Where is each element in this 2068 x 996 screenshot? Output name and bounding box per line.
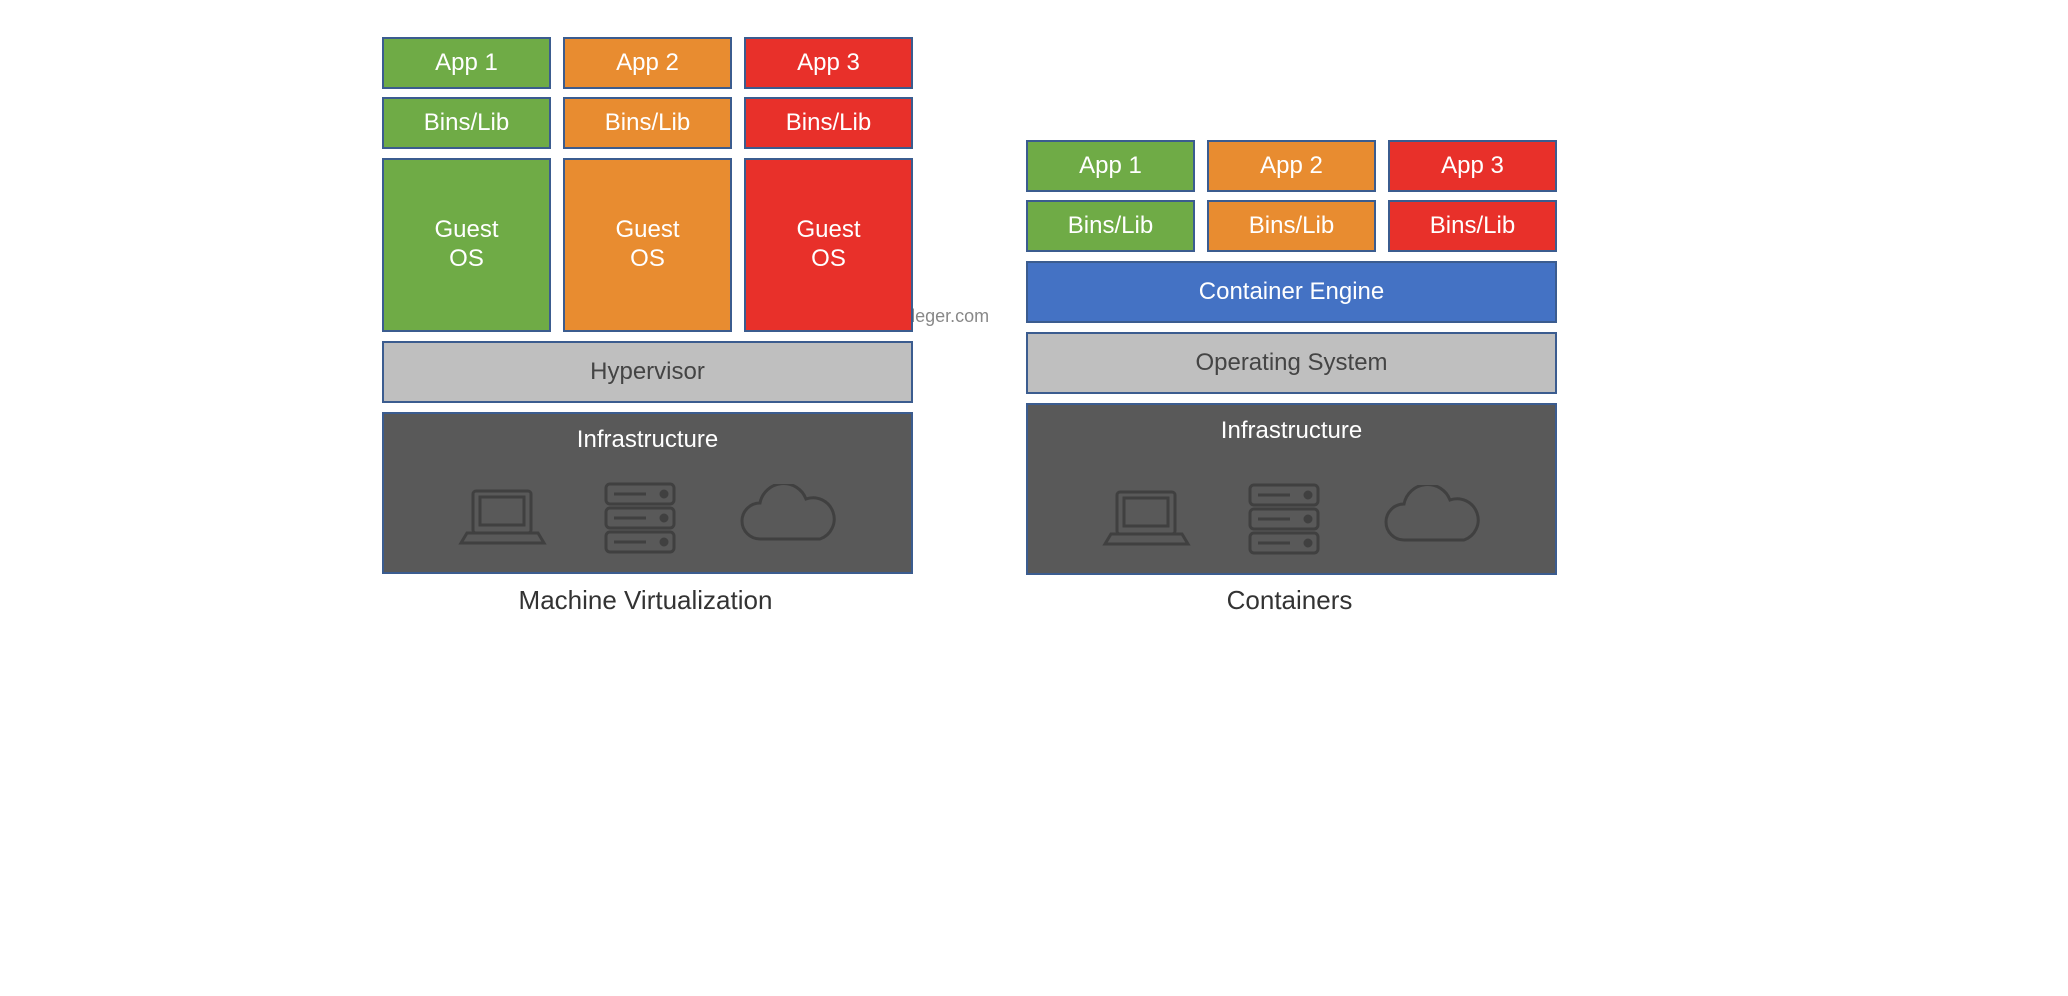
cloud-icon [730, 484, 840, 554]
vm-bins-1: Bins/Lib [382, 97, 551, 149]
server-icon [1244, 481, 1324, 559]
vm-bins-2: Bins/Lib [563, 97, 732, 149]
container-infrastructure: Infrastructure [1026, 403, 1557, 575]
diagram-canvas: https://www.tayfundeger.com App 1 App 2 … [259, 0, 1809, 745]
vm-guest-os-1: GuestOS [382, 158, 551, 332]
vm-app-3: App 3 [744, 37, 913, 89]
vm-app-1: App 1 [382, 37, 551, 89]
vm-app-2: App 2 [563, 37, 732, 89]
container-app-1: App 1 [1026, 140, 1195, 192]
laptop-icon [1099, 486, 1194, 554]
vm-infrastructure: Infrastructure [382, 412, 913, 574]
container-bins-2: Bins/Lib [1207, 200, 1376, 252]
container-infra-icons [1028, 481, 1555, 559]
vm-infra-icons [384, 480, 911, 558]
container-app-3: App 3 [1388, 140, 1557, 192]
vm-bins-3: Bins/Lib [744, 97, 913, 149]
vm-guest-os-2: GuestOS [563, 158, 732, 332]
container-os: Operating System [1026, 332, 1557, 394]
laptop-icon [455, 485, 550, 553]
vm-hypervisor: Hypervisor [382, 341, 913, 403]
container-infrastructure-label: Infrastructure [1028, 417, 1555, 446]
server-icon [600, 480, 680, 558]
container-bins-3: Bins/Lib [1388, 200, 1557, 252]
vm-title: Machine Virtualization [382, 585, 909, 616]
container-bins-1: Bins/Lib [1026, 200, 1195, 252]
container-engine: Container Engine [1026, 261, 1557, 323]
container-title: Containers [1026, 585, 1553, 616]
container-app-2: App 2 [1207, 140, 1376, 192]
cloud-icon [1374, 485, 1484, 555]
vm-infrastructure-label: Infrastructure [384, 426, 911, 455]
vm-guest-os-3: GuestOS [744, 158, 913, 332]
